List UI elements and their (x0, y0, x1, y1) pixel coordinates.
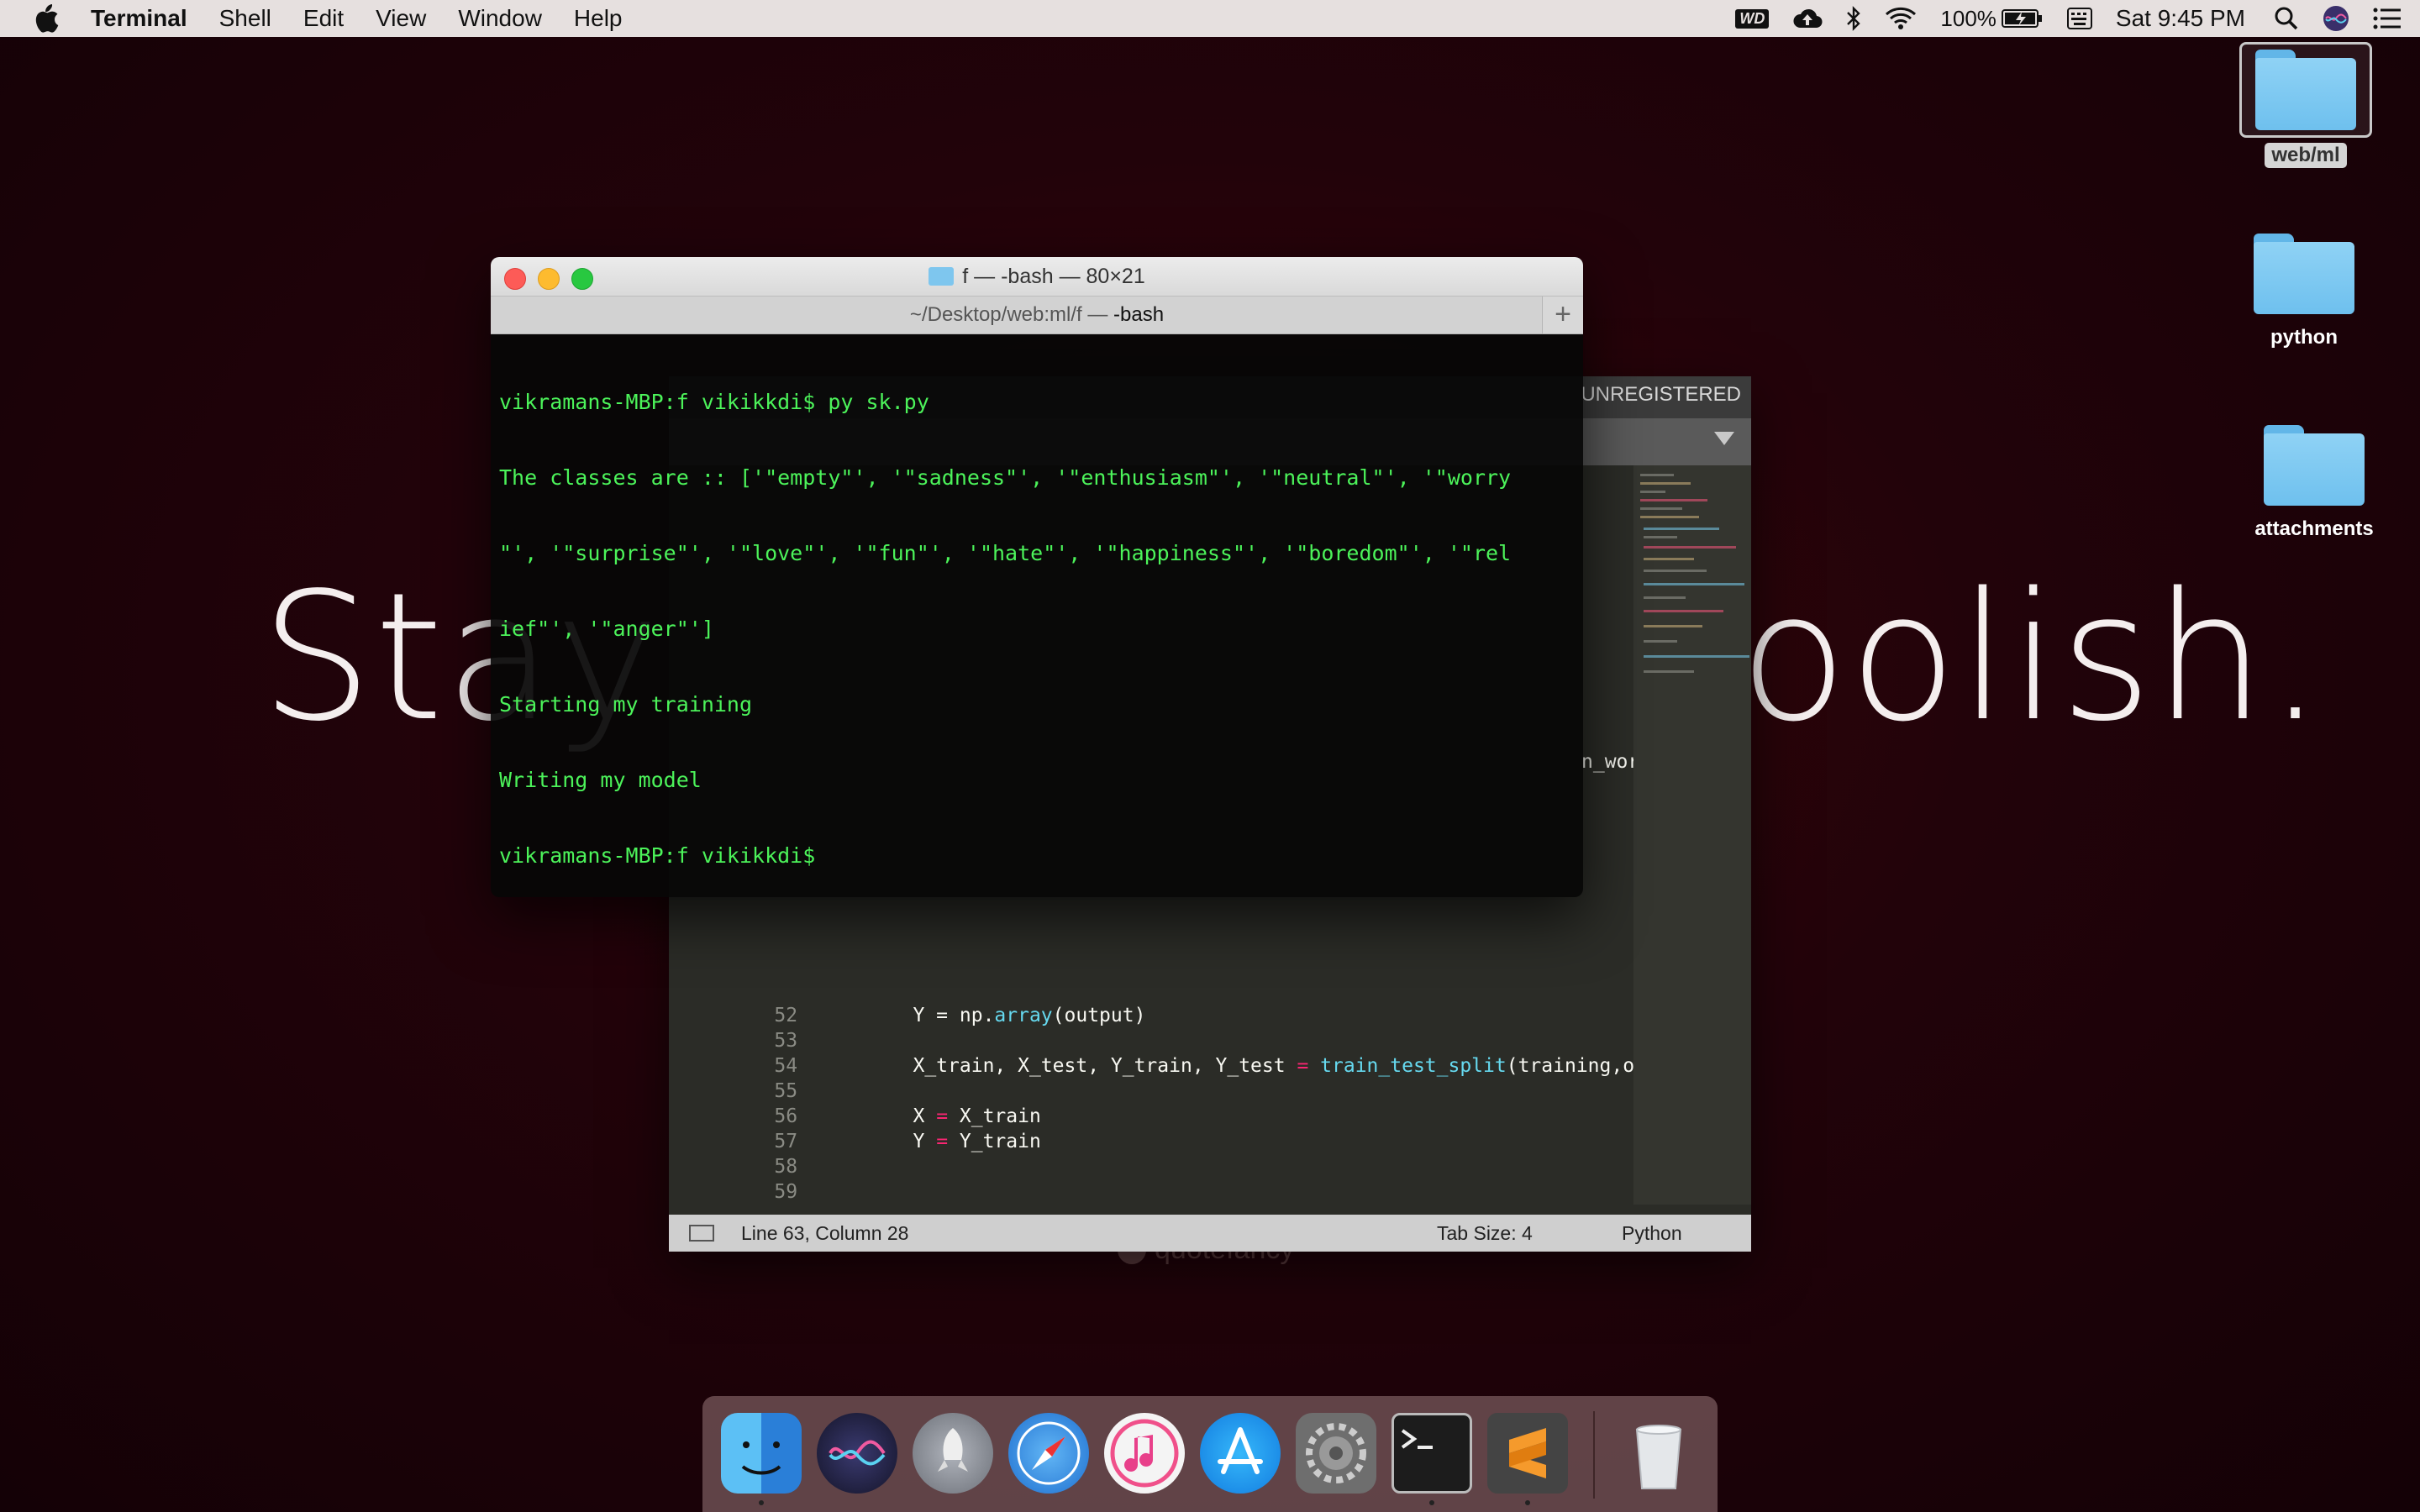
safari-icon[interactable] (1008, 1413, 1089, 1494)
code-line[interactable]: 52 Y = np.array(output) (669, 978, 1634, 1026)
siri-app-icon[interactable] (817, 1413, 897, 1494)
code-line[interactable]: 59 (669, 1154, 1634, 1203)
tab-dropdown-icon[interactable] (1714, 432, 1734, 445)
terminal-title: f — -bash — 80×21 (962, 265, 1145, 288)
apple-menu-icon[interactable] (34, 4, 59, 33)
siri-icon[interactable] (2323, 5, 2349, 32)
wd-drive-icon[interactable]: WD (1735, 8, 1770, 29)
notification-center-icon[interactable] (2373, 8, 2402, 29)
menu-help[interactable]: Help (574, 5, 623, 32)
unregistered-label: UNREGISTERED (1581, 383, 1741, 406)
battery-percent: 100% (1940, 5, 1996, 31)
minimize-button[interactable] (538, 268, 560, 290)
launchpad-icon[interactable] (913, 1413, 993, 1494)
battery-charging-icon (2001, 9, 2042, 28)
trash-icon[interactable] (1618, 1413, 1699, 1494)
folder-icon (2255, 50, 2356, 130)
running-indicator (1525, 1500, 1530, 1505)
dock (702, 1396, 1718, 1512)
menu-window[interactable]: Window (458, 5, 542, 32)
terminal-line: The classes are :: ['"empty"', '"sadness… (499, 465, 1512, 490)
code-line[interactable]: 60 print("Starting my training") (669, 1179, 1634, 1205)
folder-icon (929, 267, 955, 286)
terminal-app-icon[interactable] (1392, 1413, 1472, 1494)
menu-shell[interactable]: Shell (219, 5, 271, 32)
tab-size-selector[interactable]: Tab Size: 4 (1437, 1222, 1533, 1245)
bluetooth-icon[interactable] (1846, 6, 1861, 31)
wallpaper-quote-right: oolish. (1739, 554, 2325, 760)
panel-toggle-icon[interactable] (689, 1225, 714, 1242)
desktop-folder-attachments[interactable]: attachments (2230, 425, 2398, 541)
wifi-icon[interactable] (1885, 7, 1917, 30)
battery-status[interactable]: 100% (1940, 6, 2044, 32)
cloud-upload-icon[interactable] (1792, 8, 1823, 29)
sublime-text-icon[interactable] (1487, 1413, 1568, 1494)
terminal-output[interactable]: vikramans-MBP:f vikikkdi$ py sk.py The c… (499, 339, 1575, 897)
running-indicator (759, 1500, 764, 1505)
desktop-folder-web-ml[interactable]: web/ml (2222, 42, 2390, 168)
terminal-line: ief"', '"anger"'] (499, 617, 714, 641)
desktop-folder-label: python (2270, 326, 2338, 349)
desktop-folder-label: attachments (2254, 517, 2374, 540)
new-tab-button[interactable]: + (1542, 297, 1583, 333)
terminal-line: "', '"surprise"', '"love"', '"fun"', '"h… (499, 541, 1512, 565)
code-line[interactable]: 56 X = X_train (669, 1079, 1634, 1127)
folder-icon (2264, 425, 2365, 506)
terminal-window[interactable]: f — -bash — 80×21 ~/Desktop/web:ml/f — -… (491, 257, 1583, 897)
menu-app-terminal[interactable]: Terminal (91, 5, 187, 32)
terminal-tab-path: ~/Desktop/web:ml/f — (909, 303, 1114, 326)
app-store-icon[interactable] (1200, 1413, 1281, 1494)
folder-icon (2254, 234, 2354, 314)
code-line[interactable]: 57 Y = Y_train (669, 1104, 1634, 1152)
syntax-selector[interactable]: Python (1622, 1222, 1682, 1245)
spotlight-search-icon[interactable] (2274, 6, 2299, 31)
terminal-prompt[interactable]: vikramans-MBP:f vikikkdi$ (499, 843, 1575, 869)
keyboard-input-icon[interactable] (2066, 8, 2092, 29)
running-indicator (1429, 1500, 1434, 1505)
desktop-folder-label: web/ml (2265, 143, 2347, 168)
itunes-icon[interactable] (1104, 1413, 1185, 1494)
cursor-position: Line 63, Column 28 (741, 1221, 909, 1244)
zoom-button[interactable] (571, 268, 593, 290)
code-line[interactable]: 58 (669, 1129, 1634, 1178)
finder-icon[interactable] (721, 1413, 802, 1494)
terminal-line: Starting my training (499, 692, 753, 717)
terminal-line: vikramans-MBP:f vikikkdi$ py sk.py (499, 390, 929, 414)
code-line[interactable]: 55 (669, 1053, 1634, 1102)
system-preferences-icon[interactable] (1296, 1413, 1376, 1494)
menu-bar: Terminal Shell Edit View Window Help WD … (0, 0, 2420, 37)
close-button[interactable] (504, 268, 526, 290)
menu-view[interactable]: View (376, 5, 426, 32)
code-minimap[interactable] (1634, 465, 1751, 1205)
sublime-status-bar: Line 63, Column 28 Tab Size: 4 Python (669, 1215, 1751, 1252)
terminal-line: Writing my model (499, 768, 702, 792)
terminal-tab-command: -bash (1113, 303, 1165, 326)
dock-separator (1593, 1411, 1595, 1499)
menu-edit[interactable]: Edit (303, 5, 344, 32)
code-line[interactable]: 53 (669, 1003, 1634, 1052)
terminal-title-bar[interactable]: f — -bash — 80×21 (491, 257, 1583, 297)
clock[interactable]: Sat 9:45 PM (2116, 5, 2245, 32)
code-line[interactable]: 54 X_train, X_test, Y_train, Y_test = tr… (669, 1028, 1634, 1077)
desktop-folder-python[interactable]: python (2220, 234, 2388, 349)
code-fragment: n_wor (1581, 751, 1634, 773)
terminal-tab[interactable]: ~/Desktop/web:ml/f — -bash + (491, 297, 1583, 334)
